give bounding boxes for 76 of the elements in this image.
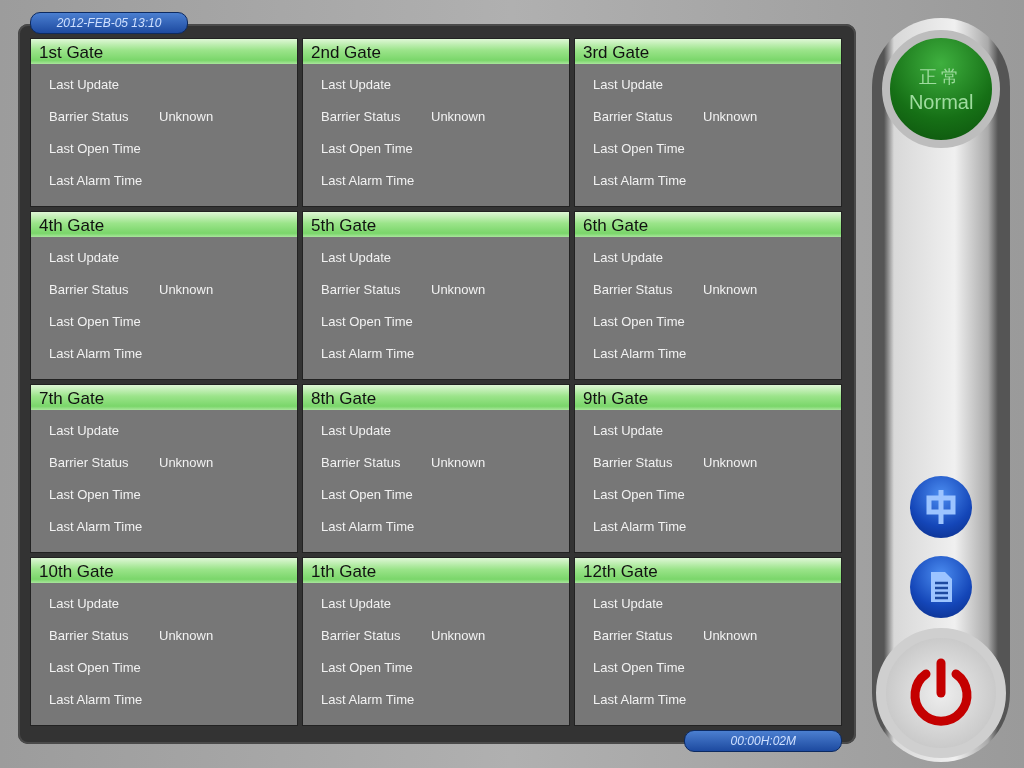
field-label: Barrier Status — [321, 454, 402, 470]
field-value: Unknown — [703, 454, 758, 470]
field-label: Barrier Status — [49, 108, 130, 124]
gate-title: 4th Gate — [31, 212, 297, 237]
field-label: Last Open Time — [593, 140, 686, 156]
field-value: Unknown — [431, 281, 486, 297]
field-label: Last Open Time — [593, 313, 686, 329]
gate-title: 7th Gate — [31, 385, 297, 410]
field-label: Last Open Time — [593, 659, 686, 675]
field-label: Last Update — [49, 595, 121, 611]
field-label: Barrier Status — [321, 281, 402, 297]
field-value: Unknown — [431, 627, 486, 643]
gate-title: 10th Gate — [31, 558, 297, 583]
field-label: Last Update — [593, 76, 665, 92]
field-value: Unknown — [431, 454, 486, 470]
field-label: Last Open Time — [321, 659, 414, 675]
field-label: Last Update — [321, 249, 393, 265]
field-label: Last Alarm Time — [49, 691, 144, 707]
field-label: Last Update — [49, 422, 121, 438]
field-value: Unknown — [159, 454, 214, 470]
field-label: Last Alarm Time — [321, 345, 416, 361]
status-button[interactable]: 正常 Normal — [882, 30, 1001, 148]
field-label: Last Alarm Time — [593, 172, 688, 188]
field-label: Last Alarm Time — [49, 172, 144, 188]
field-label: Last Alarm Time — [593, 518, 688, 534]
field-label: Last Open Time — [49, 486, 142, 502]
field-value: Unknown — [703, 627, 758, 643]
field-label: Last Alarm Time — [593, 691, 688, 707]
field-label: Last Open Time — [49, 140, 142, 156]
field-label: Last Update — [49, 76, 121, 92]
field-label: Barrier Status — [49, 281, 130, 297]
field-label: Last Alarm Time — [593, 345, 688, 361]
field-label: Last Update — [49, 249, 121, 265]
field-value: Unknown — [703, 281, 758, 297]
field-label: Barrier Status — [593, 454, 674, 470]
field-label: Barrier Status — [49, 454, 130, 470]
uptime-display: 00:00H:02M — [684, 730, 843, 752]
gate-title: 1th Gate — [303, 558, 569, 583]
field-label: Barrier Status — [593, 627, 674, 643]
gate-title: 12th Gate — [575, 558, 841, 583]
field-label: Last Update — [593, 249, 665, 265]
field-label: Last Alarm Time — [321, 172, 416, 188]
field-value: Unknown — [159, 627, 214, 643]
field-label: Last Alarm Time — [49, 345, 144, 361]
field-label: Last Update — [593, 595, 665, 611]
field-label: Last Open Time — [593, 486, 686, 502]
gate-title: 3rd Gate — [575, 39, 841, 64]
field-label: Last Open Time — [321, 486, 414, 502]
field-label: Last Alarm Time — [49, 518, 144, 534]
field-label: Last Alarm Time — [321, 518, 416, 534]
gate-title: 2nd Gate — [303, 39, 569, 64]
field-label: Last Open Time — [321, 313, 414, 329]
field-label: Barrier Status — [321, 108, 402, 124]
field-label: Last Alarm Time — [321, 691, 416, 707]
chinese-character-icon — [926, 490, 957, 524]
field-value: Unknown — [159, 108, 214, 124]
gate-title: 1st Gate — [31, 39, 297, 64]
field-value: Unknown — [159, 281, 214, 297]
field-label: Barrier Status — [321, 627, 402, 643]
field-label: Last Open Time — [321, 140, 414, 156]
field-value: Unknown — [431, 108, 486, 124]
field-label: Last Open Time — [49, 313, 142, 329]
date-time-display: 2012-FEB-05 13:10 — [30, 12, 188, 34]
field-label: Last Open Time — [49, 659, 142, 675]
field-label: Barrier Status — [593, 281, 674, 297]
gate-title: 9th Gate — [575, 385, 841, 410]
field-label: Barrier Status — [49, 627, 130, 643]
field-label: Last Update — [321, 76, 393, 92]
gate-title: 6th Gate — [575, 212, 841, 237]
field-label: Last Update — [593, 422, 665, 438]
field-value: Unknown — [703, 108, 758, 124]
gate-title: 8th Gate — [303, 385, 569, 410]
field-label: Barrier Status — [593, 108, 674, 124]
field-label: Last Update — [321, 422, 393, 438]
gate-title: 5th Gate — [303, 212, 569, 237]
field-label: Last Update — [321, 595, 393, 611]
